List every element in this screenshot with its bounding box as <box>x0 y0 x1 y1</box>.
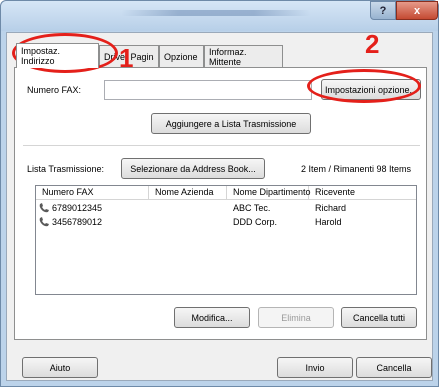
send-button[interactable]: Invio <box>277 357 353 378</box>
cell-department: ABC Tec. <box>233 203 271 213</box>
tab-label: Impostaz. Indirizzo <box>21 46 61 66</box>
edit-button[interactable]: Modifica... <box>174 307 250 328</box>
title-bar[interactable]: ? x <box>1 1 438 31</box>
tab-impostaz-indirizzo[interactable]: Impostaz. Indirizzo <box>16 43 99 68</box>
fax-number-input[interactable] <box>104 80 312 100</box>
table-header: Numero FAX Nome Azienda Nome Dipartiment… <box>36 186 416 200</box>
cell-recipient: Richard <box>315 203 347 213</box>
window-title-blurred <box>121 10 311 16</box>
callout-number-1: 1 <box>119 43 134 73</box>
close-icon: x <box>413 4 421 17</box>
tab-informaz-mittente[interactable]: Informaz. Mittente <box>204 45 283 67</box>
tab-label: Informaz. Mittente <box>209 46 247 67</box>
item-count-status: 2 Item / Rimanenti 98 Items <box>301 164 412 174</box>
table-row[interactable]: 3456789012 DDD Corp. Harold <box>36 215 416 229</box>
divider <box>23 145 420 146</box>
transmission-list-label: Lista Trasmissione: <box>27 164 105 174</box>
cancel-button[interactable]: Cancella <box>356 357 432 378</box>
column-header-department[interactable]: Nome Dipartimento <box>227 186 311 200</box>
cell-fax-number: 3456789012 <box>52 217 103 227</box>
transmission-list-table[interactable]: Numero FAX Nome Azienda Nome Dipartiment… <box>35 185 417 295</box>
close-button[interactable]: x <box>396 1 438 20</box>
help-title-button[interactable]: ? <box>370 1 396 20</box>
fax-number-label: Numero FAX: <box>27 85 82 95</box>
cell-fax-number: 6789012345 <box>52 203 103 213</box>
add-to-transmission-list-button[interactable]: Aggiungere a Lista Trasmissione <box>151 113 311 134</box>
column-header-company[interactable]: Nome Azienda <box>149 186 227 200</box>
select-from-address-book-button[interactable]: Selezionare da Address Book... <box>121 158 265 179</box>
help-button[interactable]: Aiuto <box>22 357 98 378</box>
phone-icon <box>39 203 49 213</box>
column-header-recipient[interactable]: Ricevente <box>309 186 416 200</box>
delete-button[interactable]: Elimina <box>258 307 334 328</box>
clear-all-button[interactable]: Cancella tutti <box>341 307 417 328</box>
tab-label: Opzione <box>164 51 198 62</box>
highlight-ellipse-options <box>307 69 421 103</box>
table-row[interactable]: 6789012345 ABC Tec. Richard <box>36 201 416 215</box>
column-header-fax-number[interactable]: Numero FAX <box>36 186 149 200</box>
phone-icon <box>39 217 49 227</box>
tab-opzione[interactable]: Opzione <box>159 45 204 67</box>
cell-recipient: Harold <box>315 217 342 227</box>
callout-number-2: 2 <box>365 29 380 59</box>
cell-department: DDD Corp. <box>233 217 278 227</box>
